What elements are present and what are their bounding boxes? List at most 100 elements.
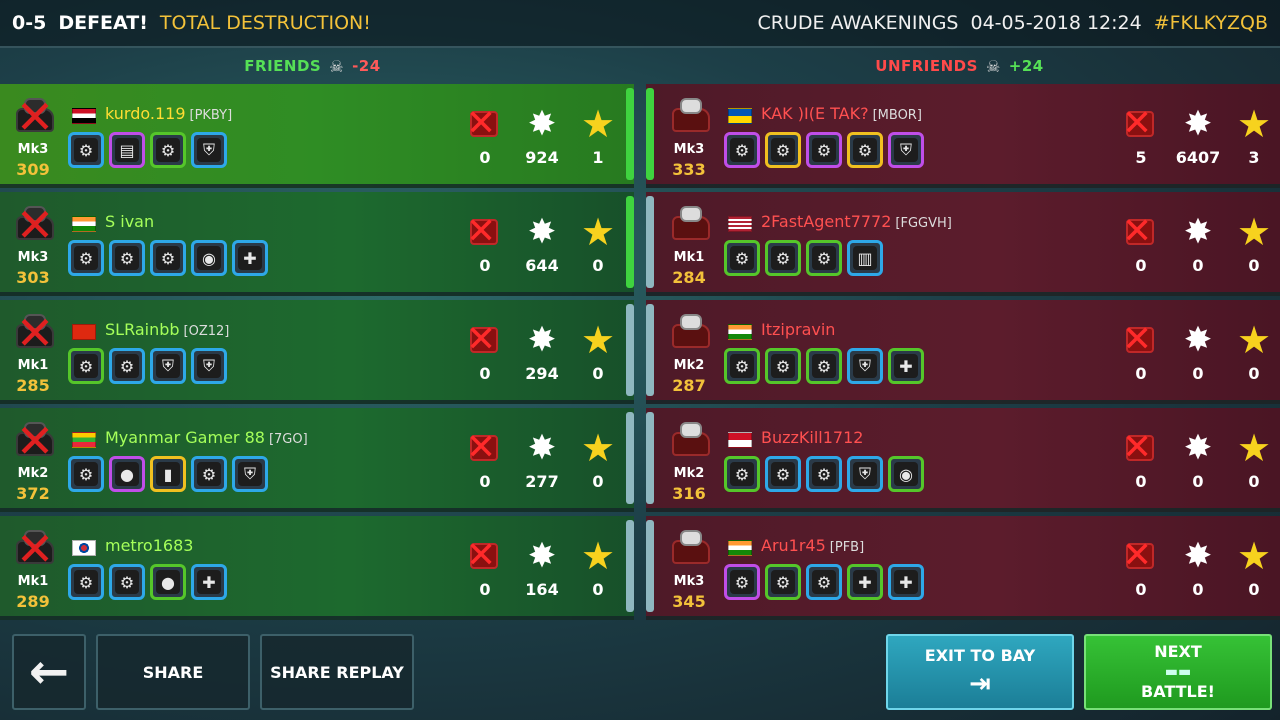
- tank-mark: Mk3: [673, 574, 705, 589]
- player-rating: 345: [672, 592, 706, 611]
- module-list: ⚙ ⚙ ● ✚: [68, 564, 227, 600]
- clan-tag: [OZ12]: [183, 324, 230, 339]
- row-indicator: [626, 520, 634, 612]
- module-list: ⚙ ⚙ ⚙ ⛨ ◉: [724, 456, 924, 492]
- module-icon: ⚙: [765, 348, 801, 384]
- kills-icon: [466, 211, 502, 252]
- share-replay-label: SHARE REPLAY: [270, 662, 404, 682]
- kills-value: 5: [1135, 148, 1147, 167]
- module-icon: ⚙: [724, 564, 760, 600]
- tank-icon: ✕: [15, 306, 55, 360]
- player-name-container: kurdo.119 [PKBY]: [105, 104, 232, 123]
- tank-mark: Mk3: [17, 142, 49, 157]
- module-icon: ⚙: [109, 240, 145, 276]
- module-icon: ✚: [888, 564, 924, 600]
- damage-icon: ✸: [1183, 428, 1213, 468]
- stars-value: 0: [1248, 364, 1260, 383]
- tank-mark: Mk1: [673, 250, 705, 265]
- module-list: ⚙ ▤ ⚙ ⛨: [68, 132, 227, 168]
- kills-icon: [1122, 211, 1158, 252]
- tank-mark: Mk1: [17, 358, 49, 373]
- stars-value: 0: [592, 364, 604, 383]
- tank-mark: Mk2: [17, 466, 49, 481]
- match-result: DEFEAT!: [58, 12, 148, 34]
- player-row[interactable]: ✕ Mk1 289 metro1683 ⚙ ⚙ ● ✚ 0 ✸ 164 ★ 0: [0, 516, 634, 620]
- player-name: BuzzKill1712: [761, 428, 864, 447]
- player-row[interactable]: Mk3 345 Aru1r45[PFB] ⚙ ⚙ ⚙ ✚ ✚ 0 ✸ 0 ★ 0: [646, 516, 1280, 620]
- player-name-container: Itzipravin: [761, 320, 839, 339]
- module-icon: ⚙: [109, 564, 145, 600]
- clan-tag: [MBOR]: [872, 108, 922, 123]
- kills-value: 0: [479, 364, 491, 383]
- player-rating: 289: [16, 592, 50, 611]
- share-button[interactable]: SHARE: [96, 634, 250, 710]
- exit-to-bay-button[interactable]: EXIT TO BAY ⇥: [886, 634, 1074, 710]
- module-list: ⚙ ⚙ ⚙ ▥: [724, 240, 883, 276]
- player-row[interactable]: Mk2 316 BuzzKill1712 ⚙ ⚙ ⚙ ⛨ ◉ 0 ✸ 0 ★ 0: [646, 408, 1280, 512]
- tank-icon: ✕: [15, 414, 55, 468]
- damage-icon: ✸: [527, 320, 557, 360]
- damage-value: 0: [1192, 256, 1204, 275]
- tank-mark: Mk3: [673, 142, 705, 157]
- share-label: SHARE: [142, 662, 204, 682]
- tank-icon: ✕: [15, 198, 55, 252]
- module-icon: ▮: [150, 456, 186, 492]
- module-icon: ⚙: [68, 132, 104, 168]
- tank-icon: [666, 198, 716, 248]
- damage-icon: ✸: [527, 104, 557, 144]
- stars-value: 0: [1248, 580, 1260, 599]
- player-row[interactable]: Mk3 333 KAK )I(E TAK?[MBOR] ⚙ ⚙ ⚙ ⚙ ⛨ 5 …: [646, 84, 1280, 188]
- player-name: 2FastAgent7772: [761, 212, 892, 231]
- module-icon: ⚙: [806, 132, 842, 168]
- player-row[interactable]: ✕ Mk3 309 kurdo.119[PKBY] ⚙ ▤ ⚙ ⛨ 0 ✸ 92…: [0, 84, 634, 188]
- damage-icon: ✸: [1183, 536, 1213, 576]
- module-icon: ⛨: [847, 348, 883, 384]
- player-name-container: Myanmar Gamer 88 [7GO]: [105, 428, 308, 447]
- module-icon: ⚙: [109, 348, 145, 384]
- module-icon: ⚙: [724, 456, 760, 492]
- exit-door-icon: ⇥: [969, 668, 991, 699]
- tank-mark: Mk2: [673, 358, 705, 373]
- tank-mark: Mk3: [17, 250, 49, 265]
- star-icon: ★: [1236, 210, 1272, 254]
- damage-value: 924: [525, 148, 559, 167]
- player-name-container: 2FastAgent7772 [FGGVH]: [761, 212, 952, 231]
- player-name-container: metro1683: [105, 536, 197, 555]
- player-rating: 333: [672, 160, 706, 179]
- friends-panel: ✕ Mk3 309 kurdo.119[PKBY] ⚙ ▤ ⚙ ⛨ 0 ✸ 92…: [0, 84, 634, 624]
- kills-icon: [1122, 319, 1158, 360]
- match-score: 0-5: [12, 12, 47, 34]
- share-replay-button[interactable]: SHARE REPLAY: [260, 634, 414, 710]
- kills-icon: [1122, 103, 1158, 144]
- star-icon: ★: [1236, 534, 1272, 578]
- stars-value: 1: [592, 148, 604, 167]
- player-name: Myanmar Gamer 88: [105, 428, 265, 447]
- tank-mark: Mk1: [17, 574, 49, 589]
- kills-icon: [466, 319, 502, 360]
- back-button[interactable]: ←: [12, 634, 86, 710]
- module-icon: ⚙: [150, 240, 186, 276]
- player-row[interactable]: ✕ Mk2 372 Myanmar Gamer 88 [7GO] ⚙ ● ▮ ⚙ …: [0, 408, 634, 512]
- player-row[interactable]: ✕ Mk3 303 S ivan ⚙ ⚙ ⚙ ◉ ✚ 0 ✸ 644 ★ 0: [0, 192, 634, 296]
- row-indicator: [646, 196, 654, 288]
- player-row[interactable]: Mk2 287 Itzipravin ⚙ ⚙ ⚙ ⛨ ✚ 0 ✸ 0 ★ 0: [646, 300, 1280, 404]
- module-icon: ⛨: [232, 456, 268, 492]
- module-icon: ◉: [888, 456, 924, 492]
- star-icon: ★: [1236, 426, 1272, 470]
- flag-icon: [728, 540, 752, 556]
- player-row[interactable]: ✕ Mk1 285 SLRainbb[OZ12] ⚙ ⚙ ⛨ ⛨ 0 ✸ 294…: [0, 300, 634, 404]
- kills-icon: [466, 427, 502, 468]
- next-battle-button[interactable]: NEXT ▬▬ BATTLE!: [1084, 634, 1272, 710]
- stars-value: 0: [592, 472, 604, 491]
- module-list: ⚙ ● ▮ ⚙ ⛨: [68, 456, 268, 492]
- player-name: metro1683: [105, 536, 194, 555]
- module-icon: ✚: [191, 564, 227, 600]
- player-rating: 316: [672, 484, 706, 503]
- player-row[interactable]: Mk1 284 2FastAgent7772[FGGVH] ⚙ ⚙ ⚙ ▥ 0 …: [646, 192, 1280, 296]
- stars-value: 0: [1248, 472, 1260, 491]
- clan-tag: [7GO]: [268, 432, 308, 447]
- module-icon: ⚙: [847, 132, 883, 168]
- damage-value: 277: [525, 472, 559, 491]
- damage-icon: ✸: [1183, 212, 1213, 252]
- next-label-line2: BATTLE!: [1141, 682, 1215, 701]
